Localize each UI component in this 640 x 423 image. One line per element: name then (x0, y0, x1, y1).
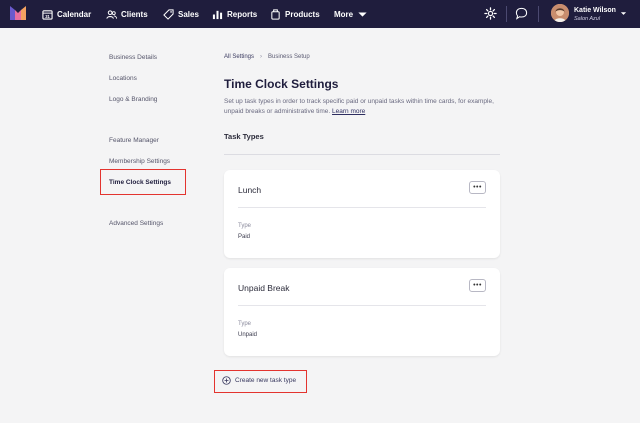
section-title: Task Types (224, 132, 264, 141)
nav-products-label: Products (285, 9, 320, 19)
nav-divider (538, 6, 539, 22)
svg-text:31: 31 (45, 14, 50, 19)
breadcrumb: All Settings › Business Setup (224, 54, 310, 60)
user-name: Katie Wilson (574, 7, 616, 14)
sidebar-item-feature-manager[interactable]: Feature Manager (109, 137, 159, 144)
section-divider (224, 154, 500, 155)
ellipsis-icon: ••• (473, 282, 482, 289)
type-label: Type (238, 223, 252, 229)
highlight-annotation (214, 370, 307, 393)
chevron-down-icon[interactable] (620, 10, 627, 17)
user-salon: Salon Azul (574, 16, 601, 22)
learn-more-link[interactable]: Learn more (332, 108, 365, 115)
nav-divider (506, 6, 507, 22)
nav-products[interactable]: Products (270, 0, 320, 28)
breadcrumb-current: Business Setup (268, 54, 310, 60)
tag-icon (163, 8, 174, 20)
task-type-name: Lunch (238, 185, 262, 195)
nav-clients-label: Clients (121, 9, 148, 19)
more-options-button[interactable]: ••• (469, 181, 486, 194)
page-description: Set up task types in order to track spec… (224, 97, 500, 117)
brand-logo-icon[interactable] (10, 6, 26, 20)
sidebar-item-logo-branding[interactable]: Logo & Branding (109, 96, 157, 103)
card-divider (238, 207, 486, 208)
more-options-button[interactable]: ••• (469, 279, 486, 292)
box-icon (270, 8, 281, 20)
type-value: Unpaid (238, 332, 258, 338)
nav-calendar-label: Calendar (57, 9, 92, 19)
bar-chart-icon (212, 9, 223, 20)
task-type-card: Lunch ••• Type Paid (224, 170, 500, 258)
page-title: Time Clock Settings (224, 77, 339, 91)
type-value: Paid (238, 234, 251, 240)
task-type-name: Unpaid Break (238, 283, 290, 293)
nav-more-label: More (334, 9, 354, 19)
card-divider (238, 305, 486, 306)
nav-clients[interactable]: Clients (106, 0, 148, 28)
ellipsis-icon: ••• (473, 184, 482, 191)
nav-calendar[interactable]: 31 Calendar (42, 0, 91, 28)
highlight-annotation (100, 169, 186, 195)
task-type-card: Unpaid Break ••• Type Unpaid (224, 268, 500, 356)
type-label: Type (238, 321, 252, 327)
sidebar-item-business-details[interactable]: Business Details (109, 54, 157, 61)
clients-icon (106, 9, 117, 20)
breadcrumb-all-settings[interactable]: All Settings (224, 54, 254, 60)
breadcrumb-separator: › (260, 54, 263, 60)
chat-bubble-icon[interactable] (515, 7, 528, 20)
sidebar-item-locations[interactable]: Locations (109, 75, 137, 82)
nav-reports[interactable]: Reports (212, 0, 257, 28)
nav-more[interactable]: More (334, 0, 368, 28)
nav-reports-label: Reports (227, 9, 258, 19)
chevron-down-icon (358, 11, 367, 17)
nav-sales[interactable]: Sales (163, 0, 199, 28)
sidebar-item-advanced-settings[interactable]: Advanced Settings (109, 220, 163, 227)
top-nav-bar: 31 Calendar Clients Sales Reports Produc… (0, 0, 640, 28)
gear-icon[interactable] (484, 7, 497, 20)
sidebar-item-membership-settings[interactable]: Membership Settings (109, 158, 170, 165)
nav-sales-label: Sales (178, 9, 199, 19)
avatar[interactable] (551, 4, 569, 22)
calendar-icon: 31 (42, 9, 53, 20)
